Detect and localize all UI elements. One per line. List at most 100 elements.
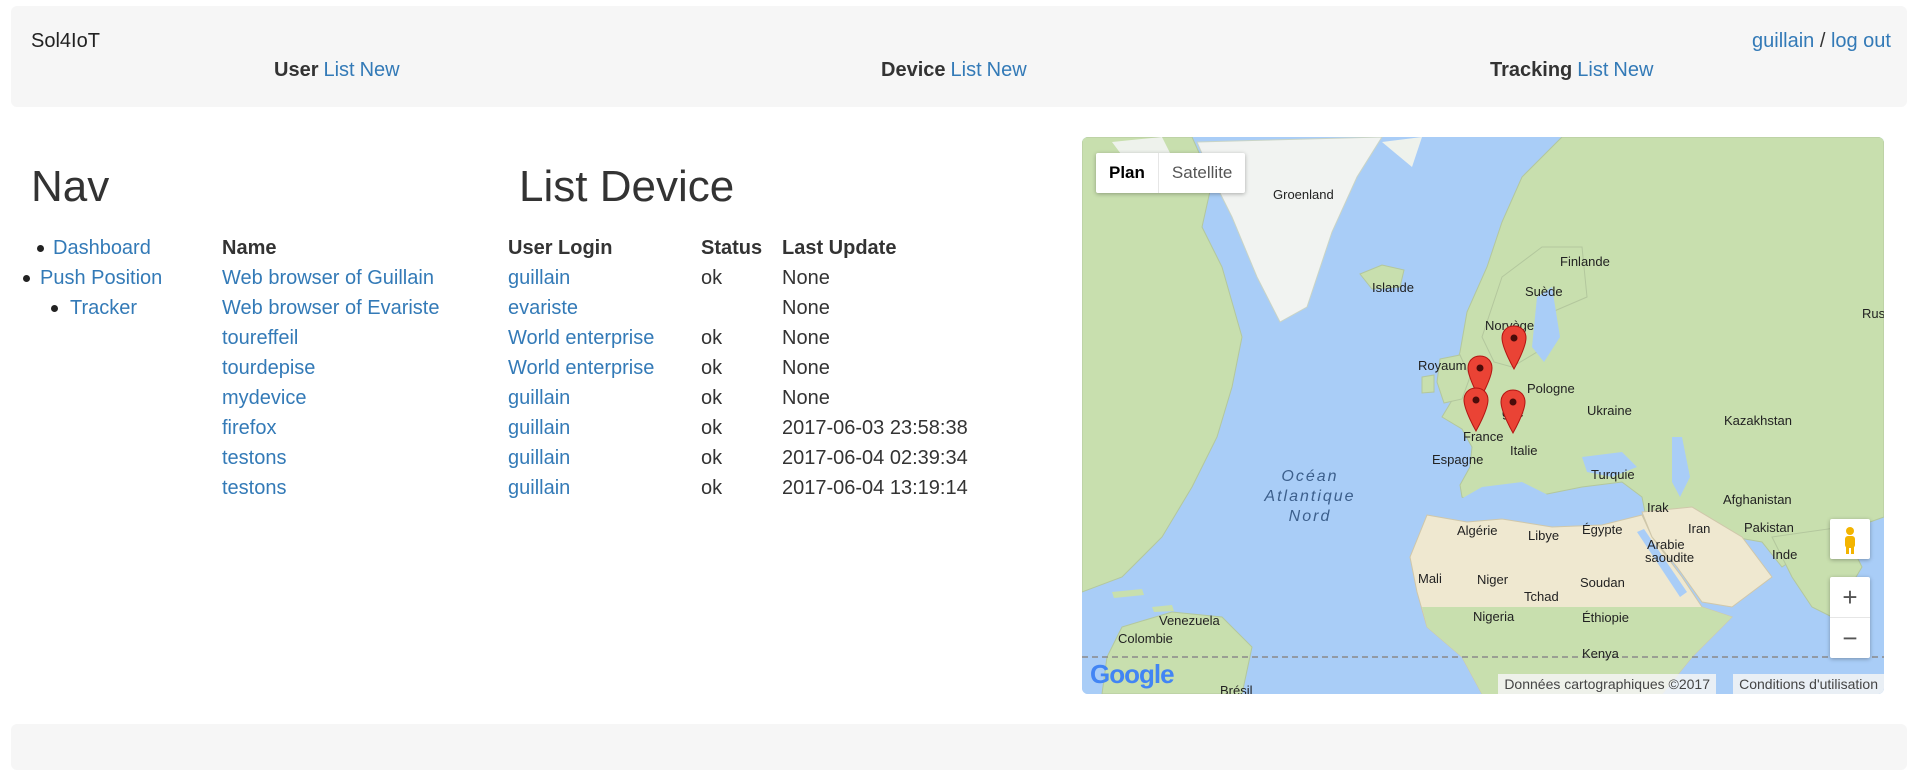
nav-group-user: User List New	[274, 59, 405, 82]
user-login-link[interactable]: World enterprise	[508, 357, 654, 379]
user-login-link[interactable]: guillain	[508, 267, 570, 289]
push-position-link[interactable]: Push Position	[40, 267, 162, 289]
user-login-link[interactable]: World enterprise	[508, 327, 654, 349]
status-cell: ok	[701, 266, 723, 289]
user-new-link[interactable]: New	[360, 59, 400, 81]
device-name-link[interactable]: testons	[222, 477, 286, 499]
top-navbar: Sol4IoT guillain / log out User List New D…	[11, 6, 1907, 107]
map-label-royaume: Royaum	[1418, 358, 1467, 373]
map-marker[interactable]	[1500, 389, 1526, 434]
device-name-link[interactable]: tourdepise	[222, 357, 315, 379]
bullet-icon	[23, 275, 30, 282]
map-label-italie: Italie	[1510, 443, 1538, 458]
map-label-egypte: Égypte	[1582, 522, 1623, 537]
nav-item-push-position: Push Position	[20, 263, 162, 293]
status-cell: ok	[701, 446, 723, 469]
ocean-label-line: Atlantique	[1264, 488, 1356, 505]
map-label-finlande: Finlande	[1560, 254, 1610, 269]
bullet-icon	[51, 305, 58, 312]
device-name-link[interactable]: mydevice	[222, 387, 306, 409]
map-type-control: Plan Satellite	[1096, 153, 1246, 193]
user-login-link[interactable]: evariste	[508, 297, 578, 319]
map-label-nigeria: Nigeria	[1473, 609, 1515, 624]
zoom-out-button[interactable]: −	[1830, 618, 1870, 658]
nav-group-tracking-title: Tracking	[1490, 59, 1573, 81]
map-label-iran: Iran	[1688, 521, 1711, 536]
map-marker[interactable]	[1463, 387, 1489, 432]
device-name-link[interactable]: Web browser of Evariste	[222, 297, 440, 319]
nav-item-dashboard: Dashboard	[20, 233, 162, 263]
plan-button[interactable]: Plan	[1096, 153, 1158, 193]
ocean-label: Océan Atlantique Nord	[1245, 467, 1375, 527]
user-list-link[interactable]: List	[323, 59, 354, 81]
last-update-cell: 2017-06-04 13:19:14	[782, 476, 968, 499]
map-marker[interactable]	[1501, 325, 1527, 370]
user-links: guillain / log out	[1752, 30, 1891, 53]
map-widget[interactable]: Plan Satellite Groenland Islande Finland…	[1082, 137, 1884, 694]
device-name-link[interactable]: testons	[222, 447, 286, 469]
map-label-turquie: Turquie	[1591, 467, 1635, 482]
user-login-link[interactable]: guillain	[508, 447, 570, 469]
map-label-pakistan: Pakistan	[1744, 520, 1794, 535]
tracking-list-link[interactable]: List	[1577, 59, 1608, 81]
google-logo[interactable]: Google	[1090, 659, 1175, 690]
street-view-pegman[interactable]	[1830, 519, 1870, 559]
map-label-mali: Mali	[1418, 571, 1442, 586]
map-label-bresil: Brésil	[1220, 683, 1253, 694]
table-row: tourdepise World enterprise ok None	[222, 353, 992, 383]
brand-logo[interactable]: Sol4IoT	[31, 30, 100, 53]
status-cell: ok	[701, 326, 723, 349]
last-update-cell: None	[782, 266, 830, 289]
satellite-button[interactable]: Satellite	[1157, 153, 1245, 193]
table-row: Web browser of Guillain guillain ok None	[222, 263, 992, 293]
device-table: Name User Login Status Last Update Web b…	[222, 233, 992, 503]
user-login-link[interactable]: guillain	[508, 387, 570, 409]
map-label-espagne: Espagne	[1432, 452, 1484, 467]
column-header-last-update: Last Update	[782, 236, 897, 259]
tracker-link[interactable]: Tracker	[70, 297, 137, 319]
status-cell: ok	[701, 386, 723, 409]
user-login-link[interactable]: guillain	[508, 477, 570, 499]
last-update-cell: 2017-06-04 02:39:34	[782, 446, 968, 469]
device-name-link[interactable]: Web browser of Guillain	[222, 267, 434, 289]
nav-group-device: Device List New	[881, 59, 1032, 82]
last-update-cell: 2017-06-03 23:58:38	[782, 416, 968, 439]
status-cell: ok	[701, 416, 723, 439]
nav-group-user-title: User	[274, 59, 319, 81]
map-label-soudan: Soudan	[1580, 575, 1625, 590]
last-update-cell: None	[782, 386, 830, 409]
column-header-name: Name	[222, 236, 277, 259]
device-new-link[interactable]: New	[987, 59, 1027, 81]
map-label-ukraine: Ukraine	[1587, 403, 1632, 418]
tracking-new-link[interactable]: New	[1613, 59, 1653, 81]
status-cell: ok	[701, 476, 723, 499]
table-row: testons guillain ok 2017-06-04 13:19:14	[222, 473, 992, 503]
logout-link[interactable]: log out	[1831, 30, 1891, 52]
last-update-cell: None	[782, 356, 830, 379]
dashboard-link[interactable]: Dashboard	[53, 237, 151, 259]
pegman-icon	[1845, 527, 1855, 554]
device-list-link[interactable]: List	[951, 59, 982, 81]
map-label-colombie: Colombie	[1118, 631, 1173, 646]
status-cell	[701, 293, 782, 323]
map-label-pologne: Pologne	[1527, 381, 1575, 396]
status-cell: ok	[701, 356, 723, 379]
user-separator: /	[1814, 30, 1831, 52]
map-label-inde: Inde	[1772, 547, 1798, 562]
map-label-groenland: Groenland	[1273, 187, 1334, 202]
device-name-link[interactable]: toureffeil	[222, 327, 298, 349]
username-link[interactable]: guillain	[1752, 30, 1814, 52]
column-header-user-login: User Login	[508, 236, 613, 259]
table-row: mydevice guillain ok None	[222, 383, 992, 413]
terms-link[interactable]: Conditions d'utilisation	[1733, 674, 1884, 694]
zoom-in-button[interactable]: +	[1830, 577, 1870, 618]
map-label-islande: Islande	[1372, 280, 1414, 295]
map-label-ethiopie: Éthiopie	[1582, 610, 1629, 625]
device-name-link[interactable]: firefox	[222, 417, 276, 439]
map-attribution[interactable]: Données cartographiques ©2017	[1498, 674, 1716, 694]
user-login-link[interactable]: guillain	[508, 417, 570, 439]
map-label-afghanistan: Afghanistan	[1723, 492, 1792, 507]
nav-heading: Nav	[31, 162, 110, 211]
ocean-label-line: Nord	[1288, 508, 1332, 525]
map-label-tchad: Tchad	[1524, 589, 1559, 604]
